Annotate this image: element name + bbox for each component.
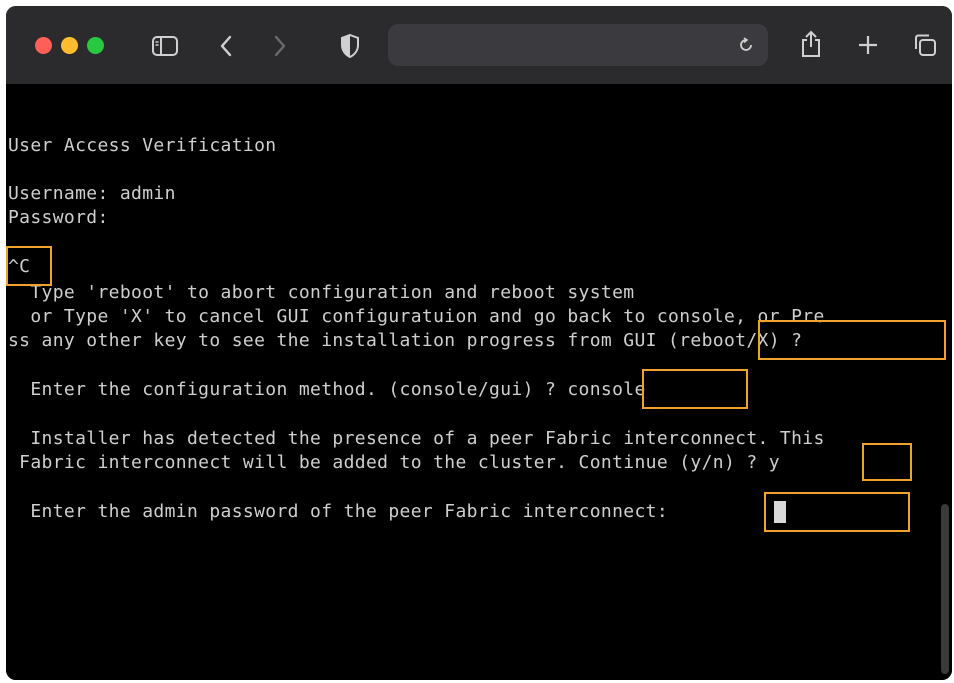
highlight-ctrl-c xyxy=(6,246,52,286)
highlight-password-input[interactable] xyxy=(764,492,910,532)
browser-toolbar xyxy=(6,6,952,84)
highlight-console-answer xyxy=(642,369,748,409)
terminal-line-reboot-1: Type 'reboot' to abort configuration and… xyxy=(8,282,635,303)
terminal-line-config-method: Enter the configuration method. (console… xyxy=(8,379,646,400)
terminal-line-title: User Access Verification xyxy=(8,135,277,156)
chevron-left-icon[interactable] xyxy=(214,30,238,62)
terminal-console[interactable]: User Access Verification Username: admin… xyxy=(6,84,952,680)
browser-window: User Access Verification Username: admin… xyxy=(6,6,952,680)
terminal-line-peer-1: Installer has detected the presence of a… xyxy=(8,428,825,449)
terminal-line-admin-password: Enter the admin password of the peer Fab… xyxy=(8,501,680,522)
terminal-line-reboot-3: ss any other key to see the installation… xyxy=(8,330,803,351)
share-icon[interactable] xyxy=(796,26,826,62)
highlight-continue-answer xyxy=(862,443,912,481)
address-bar[interactable] xyxy=(388,24,768,66)
minimize-window-button[interactable] xyxy=(61,37,78,54)
plus-icon[interactable] xyxy=(854,30,882,60)
terminal-scrollbar[interactable] xyxy=(941,504,949,674)
reload-icon[interactable] xyxy=(736,35,756,55)
tab-overview-icon[interactable] xyxy=(910,30,940,60)
terminal-line-reboot-2: or Type 'X' to cancel GUI configuratuion… xyxy=(8,306,825,327)
terminal-line-password: Password: xyxy=(8,207,109,228)
close-window-button[interactable] xyxy=(35,37,52,54)
shield-icon[interactable] xyxy=(336,30,364,62)
sidebar-icon[interactable] xyxy=(150,31,180,61)
highlight-reboot-prompt xyxy=(758,320,946,360)
terminal-line-username: Username: admin xyxy=(8,183,176,204)
terminal-line-peer-2: Fabric interconnect will be added to the… xyxy=(8,452,780,473)
zoom-window-button[interactable] xyxy=(87,37,104,54)
chevron-right-icon[interactable] xyxy=(268,30,292,62)
